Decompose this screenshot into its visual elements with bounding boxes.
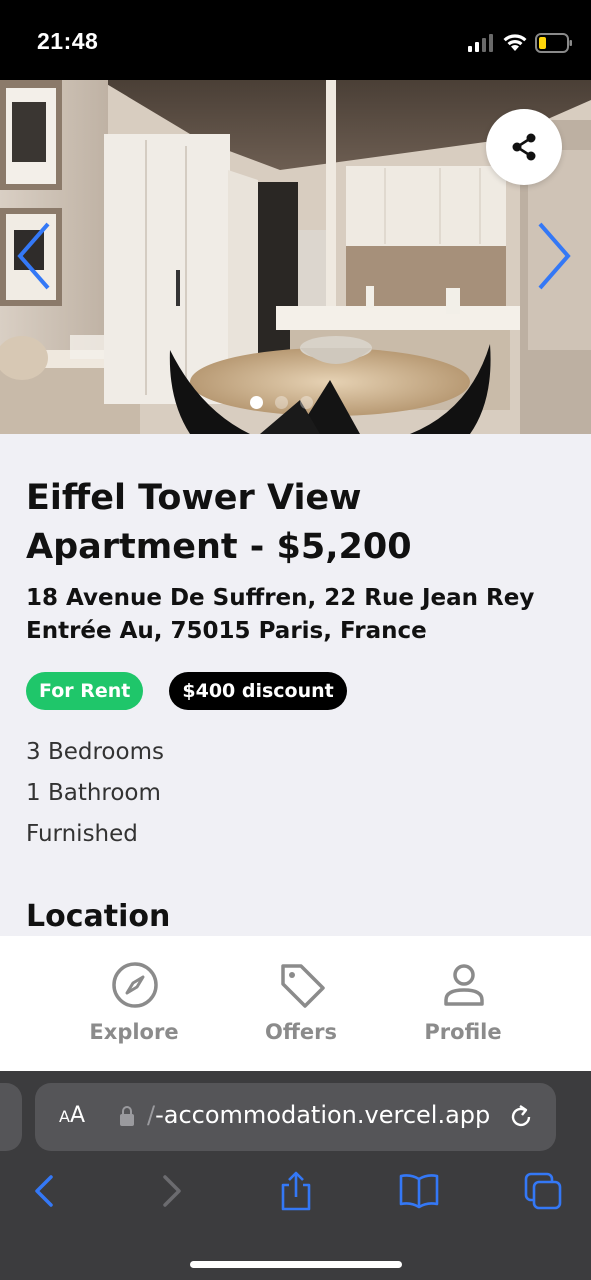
tag-icon <box>281 964 325 1008</box>
battery-icon <box>535 33 572 53</box>
listing-address: 18 Avenue De Suffren, 22 Rue Jean Rey En… <box>26 585 535 644</box>
browser-toolbar: AA /-accommodation.vercel.app <box>0 1071 591 1280</box>
listing-details: Eiffel Tower View Apartment - $5,200 18 … <box>0 434 591 936</box>
reload-icon[interactable] <box>507 1103 535 1131</box>
url-text: /-accommodation.vercel.app <box>147 1101 490 1129</box>
home-indicator[interactable] <box>190 1261 402 1268</box>
carousel-next-arrow-icon[interactable] <box>534 220 574 292</box>
tabs-icon[interactable] <box>523 1171 563 1211</box>
previous-tab-preview[interactable] <box>0 1083 22 1151</box>
tab-explore-label: Explore <box>89 1020 179 1044</box>
carousel-dot-1[interactable] <box>250 396 263 409</box>
person-icon <box>444 964 484 1006</box>
tab-offers[interactable]: Offers <box>216 936 386 1071</box>
carousel-dots <box>250 396 313 409</box>
share-sheet-icon[interactable] <box>276 1171 316 1211</box>
address-bar[interactable]: AA /-accommodation.vercel.app <box>35 1083 556 1151</box>
listing-badges: For Rent $400 discount <box>26 672 347 710</box>
carousel-dot-2[interactable] <box>275 396 288 409</box>
tab-offers-label: Offers <box>265 1020 337 1044</box>
feature-bathroom: 1 Bathroom <box>26 780 161 806</box>
feature-furnished: Furnished <box>26 821 138 847</box>
cellular-signal-icon <box>468 34 493 52</box>
url-prefix: / <box>147 1101 156 1129</box>
back-icon[interactable] <box>24 1171 64 1211</box>
lock-icon <box>120 1106 134 1126</box>
tab-profile[interactable]: Profile <box>378 936 548 1071</box>
url-domain: -accommodation.vercel.app <box>155 1101 491 1129</box>
status-time: 21:48 <box>37 28 99 54</box>
features-list: 3 Bedrooms 1 Bathroom Furnished <box>26 732 164 855</box>
listing-title: Eiffel Tower View Apartment - $5,200 <box>26 478 412 567</box>
discount-badge: $400 discount <box>169 672 347 710</box>
share-button[interactable] <box>486 109 562 185</box>
wifi-icon <box>503 34 527 51</box>
forward-icon[interactable] <box>152 1171 192 1211</box>
aa-small-label: A <box>59 1107 70 1126</box>
compass-icon <box>112 962 158 1008</box>
aa-big-label: A <box>69 1103 86 1128</box>
photo-carousel[interactable] <box>0 80 591 434</box>
bookmarks-icon[interactable] <box>399 1171 439 1211</box>
share-icon <box>512 133 536 161</box>
for-rent-badge: For Rent <box>26 672 144 710</box>
location-heading: Location <box>26 899 171 934</box>
status-bar: 21:48 <box>0 0 591 80</box>
reader-options-button[interactable]: AA <box>59 1103 85 1128</box>
feature-bedrooms: 3 Bedrooms <box>26 739 164 765</box>
tab-profile-label: Profile <box>424 1020 502 1044</box>
bottom-tab-bar: Explore Offers Profile <box>0 936 591 1071</box>
carousel-dot-3[interactable] <box>300 396 313 409</box>
carousel-prev-arrow-icon[interactable] <box>14 220 54 292</box>
tab-explore[interactable]: Explore <box>49 936 219 1071</box>
